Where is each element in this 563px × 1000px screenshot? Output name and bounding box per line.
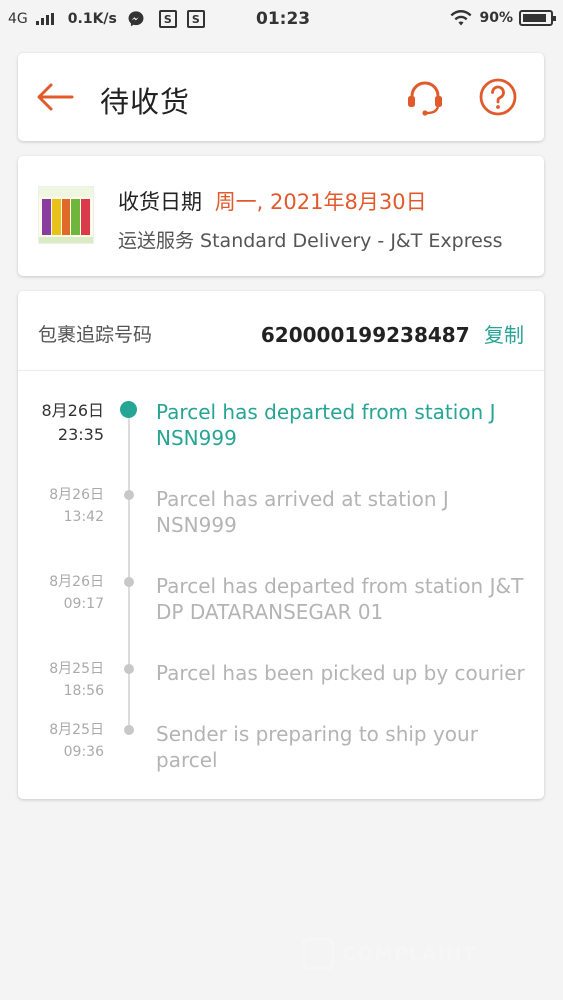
- event-datetime: 8月26日 13:42: [49, 484, 104, 528]
- help-icon[interactable]: [478, 77, 518, 117]
- watermark-logo-icon: [302, 938, 334, 970]
- tracking-label: 包裹追踪号码: [38, 324, 153, 346]
- tracking-number-row: 620000199238487 复制: [261, 319, 524, 348]
- event-time: 09:17: [63, 596, 104, 612]
- event-datetime: 8月26日 09:17: [49, 571, 104, 615]
- battery-percent: 90%: [479, 10, 513, 26]
- network-speed: 0.1K/s: [67, 11, 117, 27]
- battery-icon: [519, 10, 556, 26]
- signal-icon: [35, 13, 54, 25]
- delivery-date-row: 收货日期 周一, 2021年8月30日: [118, 186, 427, 216]
- headset-icon[interactable]: [404, 77, 446, 119]
- watermark-text: COMPLAINT: [342, 943, 477, 965]
- shipping-service: 运送服务 Standard Delivery - J&T Express: [118, 230, 503, 252]
- back-button[interactable]: [36, 75, 80, 119]
- delivery-info-card[interactable]: 收货日期 周一, 2021年8月30日 运送服务 Standard Delive…: [18, 156, 544, 276]
- event-time: 09:36: [63, 744, 104, 760]
- event-time: 18:56: [63, 683, 104, 699]
- timeline-dot: [120, 401, 137, 418]
- watermark: COMPLAINT: [302, 938, 477, 970]
- event-date: 8月26日: [41, 401, 104, 420]
- status-left: 4G 0.1K/s S S: [8, 10, 205, 28]
- status-bar: 4G 0.1K/s S S 01:23 90%: [0, 0, 563, 40]
- wifi-icon: [450, 10, 472, 26]
- event-date: 8月26日: [49, 487, 104, 503]
- notification-s-icon: S: [158, 10, 177, 28]
- copy-button[interactable]: 复制: [484, 323, 524, 347]
- tracking-header: 包裹追踪号码 620000199238487 复制: [18, 291, 544, 371]
- network-type: 4G: [8, 11, 28, 27]
- timeline-dot: [124, 490, 134, 500]
- clock: 01:23: [256, 9, 311, 29]
- notification-s-icon: S: [186, 10, 205, 28]
- timeline-dot: [124, 577, 134, 587]
- tracking-card: 包裹追踪号码 620000199238487 复制 8月26日 23:35 Pa…: [18, 291, 544, 799]
- event-datetime: 8月25日 18:56: [49, 658, 104, 702]
- event-text: Parcel has been picked up by courier: [156, 661, 525, 685]
- event-datetime: 8月26日 23:35: [41, 399, 104, 447]
- event-date: 8月25日: [49, 661, 104, 677]
- delivery-date-label: 收货日期: [118, 190, 202, 214]
- timeline-line: [128, 409, 130, 732]
- back-arrow-icon: [37, 83, 74, 111]
- status-right: 90%: [449, 9, 556, 27]
- event-date: 8月25日: [49, 722, 104, 738]
- page-title: 待收货: [100, 85, 191, 119]
- product-thumbnail: [38, 186, 94, 244]
- battery-level: [523, 14, 547, 22]
- tracking-number: 620000199238487: [260, 323, 470, 347]
- event-text: Parcel has departed from station J NSN99…: [156, 400, 496, 450]
- event-time: 13:42: [63, 509, 104, 525]
- event-text: Parcel has departed from station J&T DP …: [156, 574, 524, 624]
- event-text: Parcel has arrived at station J NSN999: [156, 487, 449, 537]
- delivery-date-value: 周一, 2021年8月30日: [214, 190, 427, 214]
- timeline-dot: [124, 725, 134, 735]
- event-text: Sender is preparing to ship your parcel: [156, 722, 478, 772]
- messenger-icon: [128, 11, 144, 27]
- event-date: 8月26日: [49, 574, 104, 590]
- timeline-dot: [124, 664, 134, 674]
- header-bar: 待收货: [18, 53, 544, 141]
- event-time: 23:35: [57, 425, 104, 444]
- event-datetime: 8月25日 09:36: [49, 719, 104, 763]
